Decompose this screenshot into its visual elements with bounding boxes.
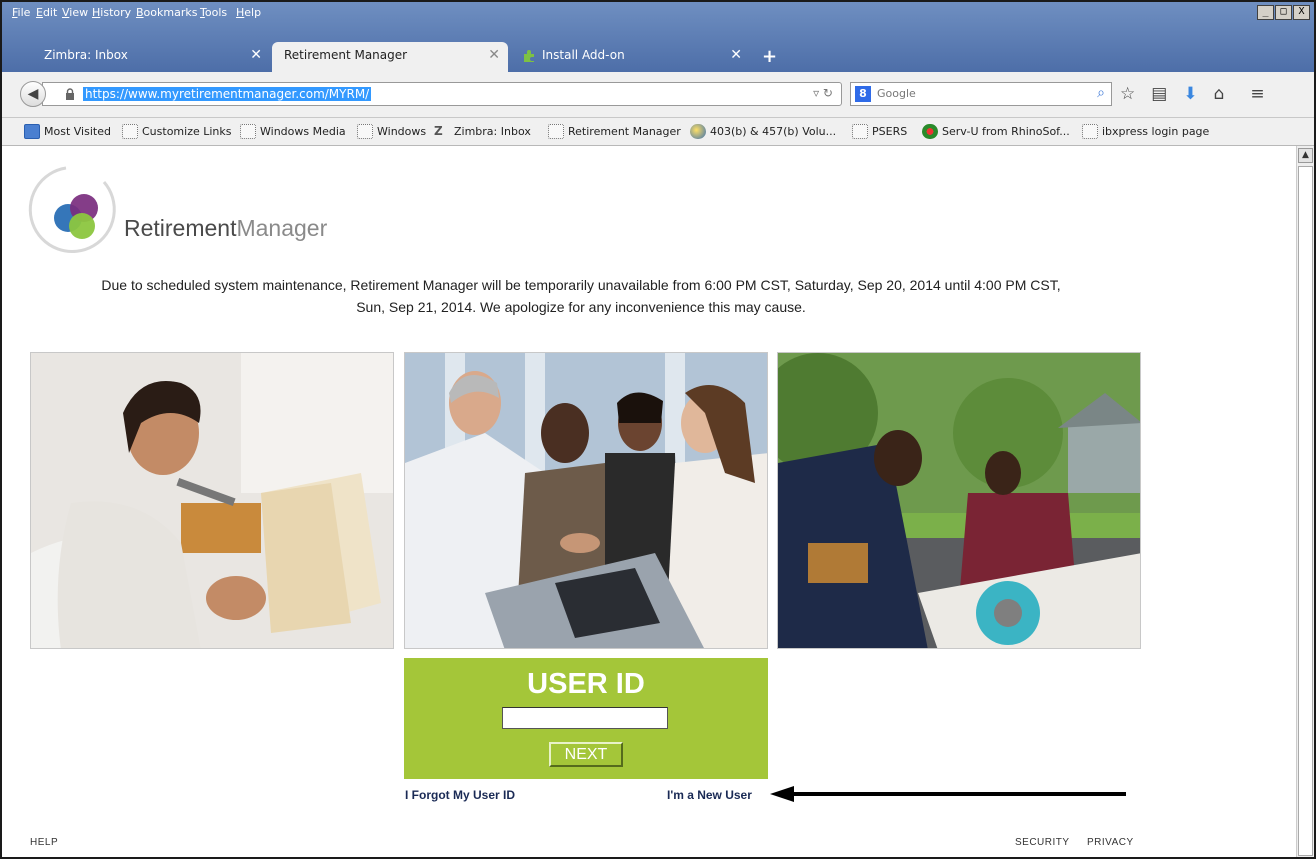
puzzle-icon [524,50,534,62]
menu-view[interactable]: View [62,6,88,19]
menu-file[interactable]: File [12,6,30,19]
zimbra-icon: Z [434,124,443,138]
notice-line: Due to scheduled system maintenance, Ret… [101,277,1061,293]
url-bar[interactable]: https://www.myretirementmanager.com/MYRM… [42,82,842,106]
bookmark-label: Customize Links [142,125,232,138]
navigation-toolbar: https://www.myretirementmanager.com/MYRM… [2,72,1314,118]
page-icon [852,124,868,139]
title-bar: File Edit View History Bookmarks Tools H… [2,2,1314,72]
notice-line: Sun, Sep 21, 2014. We apologize for any … [356,299,806,315]
search-bar[interactable]: 8 Google ⌕ [850,82,1112,106]
bookmark-most-visited[interactable]: Most Visited [24,124,111,139]
logo-wordmark: RetirementManager [124,215,327,242]
menu-bar: File Edit View History Bookmarks Tools H… [2,2,1314,24]
scroll-up-arrow-icon[interactable]: ▲ [1298,148,1313,163]
globe-icon [690,124,706,139]
page-icon [1082,124,1098,139]
menu-hamburger-icon[interactable]: ≡ [1250,84,1264,104]
privacy-link[interactable]: PRIVACY [1087,837,1134,848]
menu-history[interactable]: History [92,6,131,19]
window-controls: _ □ X [1257,5,1310,20]
bookmark-label: Serv-U from RhinoSof... [942,125,1070,138]
bookmark-label: Windows [377,125,427,138]
bookmark-customize-links[interactable]: Customize Links [122,124,232,139]
minimize-button[interactable]: _ [1257,5,1274,20]
close-tab-icon[interactable]: ✕ [488,47,500,63]
rhino-icon [922,124,938,139]
tab-label: Install Add-on [542,48,625,62]
menu-edit[interactable]: Edit [36,6,57,19]
bookmark-label: PSERS [872,125,908,138]
search-placeholder: Google [877,87,916,100]
bookmark-star-icon[interactable]: ☆ [1120,84,1135,104]
back-button[interactable]: ◀ [20,81,46,107]
bookmark-label: Zimbra: Inbox [454,125,531,138]
close-tab-icon[interactable]: ✕ [730,47,742,63]
page-icon [240,124,256,139]
user-id-input[interactable] [502,707,668,729]
page-content: RetirementManager Due to scheduled syste… [2,146,1296,857]
maintenance-notice: Due to scheduled system maintenance, Ret… [22,274,1140,318]
photo-workers-outdoors [777,352,1141,649]
maximize-button[interactable]: □ [1275,5,1292,20]
security-link[interactable]: SECURITY [1015,837,1070,848]
bookmark-psers[interactable]: PSERS [852,124,908,139]
google-icon[interactable]: 8 [855,86,871,102]
page-icon [122,124,138,139]
forgot-user-id-link[interactable]: I Forgot My User ID [405,788,515,802]
lock-icon [66,88,74,100]
bookmark-label: ibxpress login page [1102,125,1210,138]
url-text[interactable]: https://www.myretirementmanager.com/MYRM… [83,87,372,101]
scroll-thumb[interactable] [1298,166,1313,856]
vertical-scrollbar[interactable]: ▲ [1296,146,1314,857]
tab-install-addon[interactable]: Install Add-on ✕ [510,42,750,72]
photo-woman-reading [30,352,394,649]
page-icon [357,124,373,139]
bookmark-ibxpress[interactable]: ibxpress login page [1082,124,1210,139]
bookmark-label: 403(b) & 457(b) Volu... [710,125,837,138]
tab-label: Retirement Manager [284,48,408,62]
bookmark-zimbra-inbox[interactable]: Z Zimbra: Inbox [434,124,531,138]
toolbar-icons: ☆ ▤ ⬇ ⌂ ≡ [1120,84,1265,104]
bookmark-label: Windows Media [260,125,346,138]
retirement-manager-logo: RetirementManager [26,160,327,255]
home-icon[interactable]: ⌂ [1214,84,1225,104]
most-visited-icon [24,124,40,139]
reload-icon[interactable]: ▿ ↻ [813,86,833,100]
user-id-heading: USER ID [527,668,645,700]
new-user-link[interactable]: I'm a New User [667,788,752,802]
bookmark-serv-u[interactable]: Serv-U from RhinoSof... [922,124,1070,139]
bookmarks-toolbar: Most Visited Customize Links Windows Med… [2,118,1314,146]
page-icon [548,124,564,139]
menu-bookmarks[interactable]: Bookmarks [136,6,197,19]
help-link[interactable]: HELP [30,837,58,848]
next-button[interactable]: NEXT [549,742,623,767]
browser-window: File Edit View History Bookmarks Tools H… [0,0,1316,859]
bookmark-label: Retirement Manager [568,125,681,138]
tab-strip: Zimbra: Inbox ✕ Retirement Manager ✕ Ins… [2,38,1314,72]
reading-list-icon[interactable]: ▤ [1151,84,1167,104]
close-tab-icon[interactable]: ✕ [250,47,262,63]
bookmark-label: Most Visited [44,125,111,138]
login-panel: USER ID NEXT [404,658,768,779]
new-tab-button[interactable]: + [762,46,777,67]
logo-mark-icon [28,166,116,254]
bookmark-windows[interactable]: Windows [357,124,427,139]
bookmark-windows-media[interactable]: Windows Media [240,124,346,139]
menu-tools[interactable]: Tools [200,6,227,19]
menu-help[interactable]: Help [236,6,261,19]
bookmark-403b-457b[interactable]: 403(b) & 457(b) Volu... [690,124,837,139]
bookmark-retirement-manager[interactable]: Retirement Manager [548,124,681,139]
photo-business-meeting [404,352,768,649]
search-icon[interactable]: ⌕ [1097,85,1105,101]
close-window-button[interactable]: X [1293,5,1310,20]
logo-word-manager: Manager [236,215,328,241]
logo-word-retirement: Retirement [124,215,237,241]
tab-retirement-manager[interactable]: Retirement Manager ✕ [272,42,508,72]
download-icon[interactable]: ⬇ [1183,84,1197,104]
arrow-annotation-icon [770,786,1126,802]
tab-zimbra-inbox[interactable]: Zimbra: Inbox ✕ [12,42,270,72]
tab-label: Zimbra: Inbox [44,48,128,62]
